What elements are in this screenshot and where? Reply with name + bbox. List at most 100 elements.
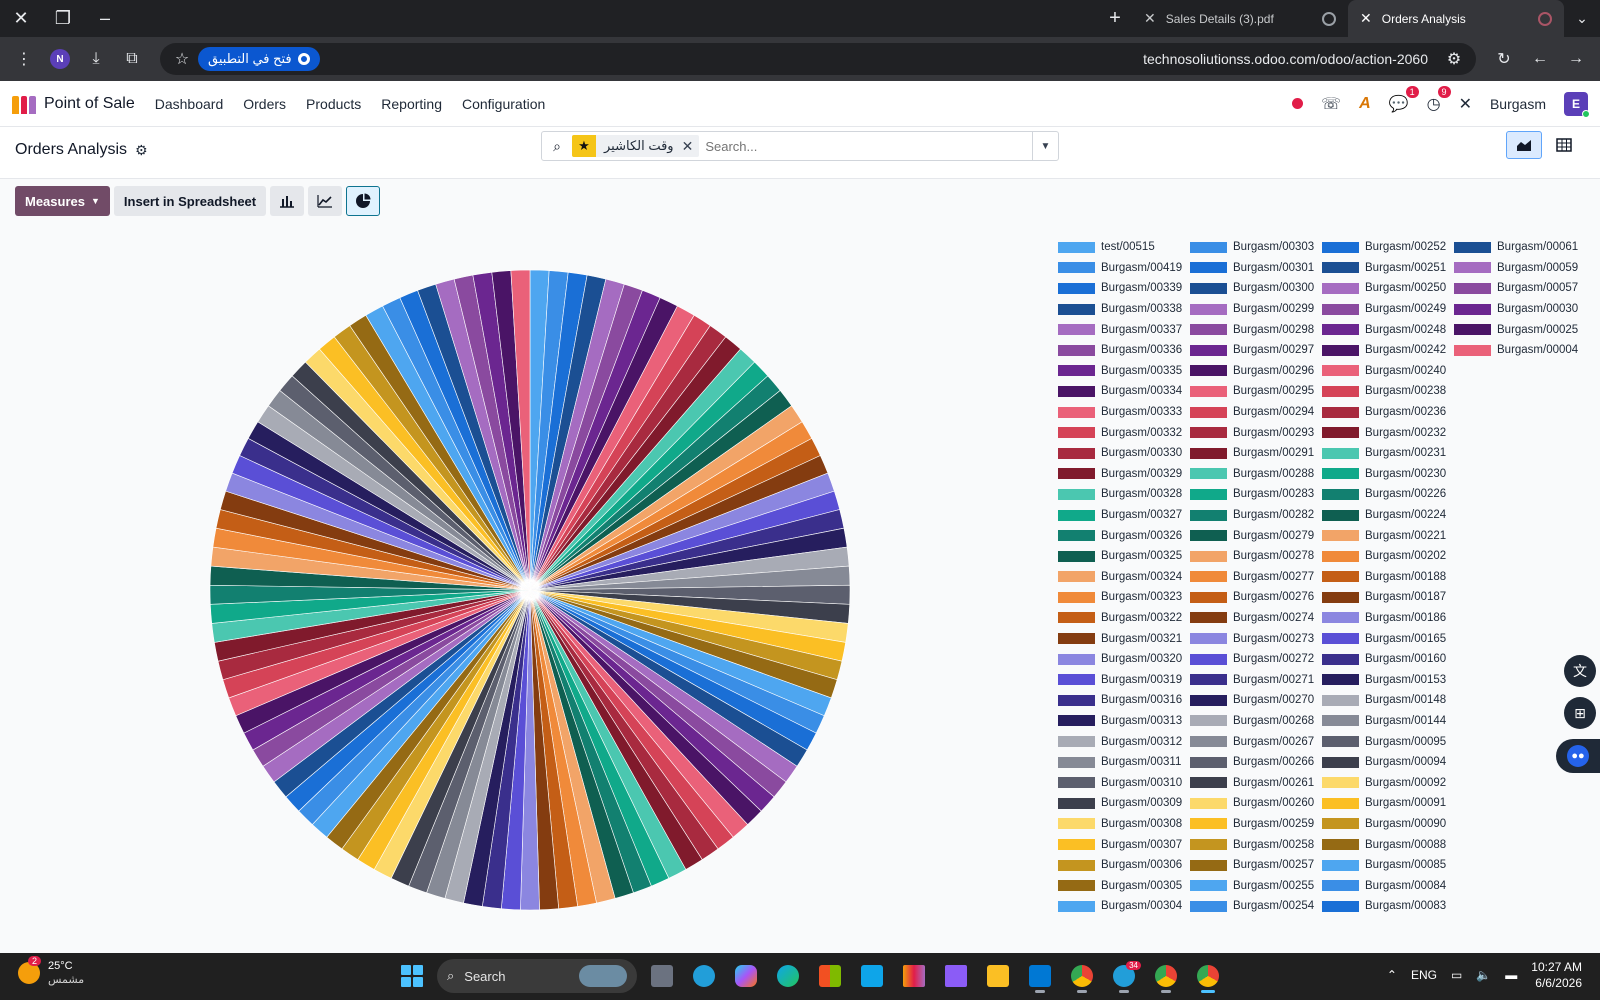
- legend-item[interactable]: Burgasm/00324: [1058, 567, 1190, 588]
- chevron-up-icon[interactable]: ⌃: [1387, 968, 1397, 982]
- legend-item[interactable]: Burgasm/00277: [1190, 567, 1322, 588]
- legend-item[interactable]: Burgasm/00320: [1058, 649, 1190, 670]
- legend-item[interactable]: Burgasm/00091: [1322, 793, 1454, 814]
- search-options-chevron-icon[interactable]: ▼: [1032, 132, 1058, 160]
- microsoft-store-icon[interactable]: [813, 959, 847, 993]
- legend-item[interactable]: Burgasm/00148: [1322, 690, 1454, 711]
- legend-item[interactable]: Burgasm/00160: [1322, 649, 1454, 670]
- legend-item[interactable]: Burgasm/00271: [1190, 669, 1322, 690]
- legend-item[interactable]: Burgasm/00221: [1322, 525, 1454, 546]
- window-minimize-icon[interactable]: –: [84, 0, 126, 37]
- search-facet[interactable]: ★ وقت الكاشير ✕: [572, 135, 700, 157]
- legend-item[interactable]: Burgasm/00304: [1058, 896, 1190, 917]
- legend-item[interactable]: Burgasm/00267: [1190, 731, 1322, 752]
- messages-icon[interactable]: 💬 1: [1389, 85, 1419, 114]
- bar-chart-button[interactable]: [270, 186, 305, 216]
- app-name[interactable]: Point of Sale: [44, 95, 135, 113]
- menu-reporting[interactable]: Reporting: [381, 96, 442, 112]
- activities-clock-icon[interactable]: ◷ 9: [1427, 85, 1451, 114]
- legend-item[interactable]: Burgasm/00291: [1190, 443, 1322, 464]
- legend-item[interactable]: Burgasm/00305: [1058, 875, 1190, 896]
- edge-icon[interactable]: [771, 959, 805, 993]
- legend-item[interactable]: Burgasm/00326: [1058, 525, 1190, 546]
- line-chart-button[interactable]: [308, 186, 343, 216]
- legend-item[interactable]: Burgasm/00328: [1058, 484, 1190, 505]
- legend-item[interactable]: Burgasm/00250: [1322, 278, 1454, 299]
- legend-item[interactable]: Burgasm/00226: [1322, 484, 1454, 505]
- legend-item[interactable]: Burgasm/00261: [1190, 772, 1322, 793]
- translate-icon[interactable]: 文: [1564, 655, 1596, 687]
- tab-search-chevron-icon[interactable]: ⌄: [1564, 10, 1600, 27]
- legend-item[interactable]: Burgasm/00254: [1190, 896, 1322, 917]
- legend-item[interactable]: Burgasm/00279: [1190, 525, 1322, 546]
- back-arrow-icon[interactable]: ←: [1524, 43, 1556, 75]
- legend-item[interactable]: Burgasm/00061: [1454, 237, 1586, 258]
- legend-item[interactable]: Burgasm/00309: [1058, 793, 1190, 814]
- legend-item[interactable]: Burgasm/00297: [1190, 340, 1322, 361]
- legend-item[interactable]: Burgasm/00319: [1058, 669, 1190, 690]
- ai-icon[interactable]: A: [1359, 95, 1371, 113]
- legend-item[interactable]: Burgasm/00306: [1058, 855, 1190, 876]
- legend-item[interactable]: Burgasm/00255: [1190, 875, 1322, 896]
- legend-item[interactable]: Burgasm/00092: [1322, 772, 1454, 793]
- vpn-icon[interactable]: [939, 959, 973, 993]
- recording-dot-icon[interactable]: [1292, 98, 1304, 109]
- windows-start-icon[interactable]: [395, 959, 429, 993]
- legend-item[interactable]: Burgasm/00251: [1322, 258, 1454, 279]
- legend-item[interactable]: Burgasm/00088: [1322, 834, 1454, 855]
- task-view-icon[interactable]: [645, 959, 679, 993]
- legend-item[interactable]: Burgasm/00332: [1058, 422, 1190, 443]
- legend-item[interactable]: Burgasm/00258: [1190, 834, 1322, 855]
- chrome-profile-m-icon[interactable]: [1149, 959, 1183, 993]
- legend-item[interactable]: Burgasm/00249: [1322, 299, 1454, 320]
- clock[interactable]: 10:27 AM 6/6/2026: [1531, 959, 1582, 991]
- legend-item[interactable]: Burgasm/00335: [1058, 361, 1190, 382]
- legend-item[interactable]: Burgasm/00260: [1190, 793, 1322, 814]
- legend-item[interactable]: Burgasm/00085: [1322, 855, 1454, 876]
- search-input[interactable]: [705, 138, 1032, 154]
- legend-item[interactable]: Burgasm/00276: [1190, 587, 1322, 608]
- legend-item[interactable]: Burgasm/00296: [1190, 361, 1322, 382]
- legend-item[interactable]: Burgasm/00004: [1454, 340, 1586, 361]
- legend-item[interactable]: Burgasm/00248: [1322, 319, 1454, 340]
- legend-item[interactable]: Burgasm/00312: [1058, 731, 1190, 752]
- legend-item[interactable]: Burgasm/00294: [1190, 402, 1322, 423]
- legend-item[interactable]: Burgasm/00322: [1058, 608, 1190, 629]
- legend-item[interactable]: Burgasm/00283: [1190, 484, 1322, 505]
- legend-item[interactable]: Burgasm/00303: [1190, 237, 1322, 258]
- extensions-icon[interactable]: ⧉: [116, 43, 148, 75]
- site-settings-icon[interactable]: ⚙: [1438, 43, 1470, 75]
- gear-icon[interactable]: ⚙: [135, 142, 148, 159]
- legend-item[interactable]: Burgasm/00334: [1058, 381, 1190, 402]
- legend-item[interactable]: Burgasm/00144: [1322, 711, 1454, 732]
- legend-item[interactable]: Burgasm/00321: [1058, 628, 1190, 649]
- battery-icon[interactable]: ▬: [1505, 968, 1517, 982]
- telegram-desktop-icon[interactable]: 34: [1107, 959, 1141, 993]
- open-in-app-button[interactable]: فتح في التطبيق: [198, 47, 320, 71]
- legend-item[interactable]: Burgasm/00337: [1058, 319, 1190, 340]
- url-text[interactable]: technosoliutionss.odoo.com/odoo/action-2…: [320, 51, 1438, 67]
- omnibox[interactable]: ☆ فتح في التطبيق technosoliutionss.odoo.…: [160, 43, 1476, 75]
- legend-item[interactable]: Burgasm/00268: [1190, 711, 1322, 732]
- facet-remove-icon[interactable]: ✕: [682, 138, 700, 155]
- new-tab-button[interactable]: +: [1098, 7, 1132, 30]
- legend-item[interactable]: Burgasm/00273: [1190, 628, 1322, 649]
- window-close-icon[interactable]: ✕: [0, 0, 42, 37]
- bookmark-star-icon[interactable]: ☆: [166, 43, 198, 75]
- menu-configuration[interactable]: Configuration: [462, 96, 545, 112]
- chrome-icon[interactable]: [1065, 959, 1099, 993]
- profile-button[interactable]: N: [44, 43, 76, 75]
- legend-item[interactable]: Burgasm/00336: [1058, 340, 1190, 361]
- legend-item[interactable]: Burgasm/00224: [1322, 505, 1454, 526]
- legend-item[interactable]: Burgasm/00084: [1322, 875, 1454, 896]
- vscode-icon[interactable]: [1023, 959, 1057, 993]
- menu-dashboard[interactable]: Dashboard: [155, 96, 224, 112]
- measures-dropdown[interactable]: Measures ▼: [15, 186, 110, 216]
- legend-item[interactable]: Burgasm/00238: [1322, 381, 1454, 402]
- legend-item[interactable]: Burgasm/00090: [1322, 814, 1454, 835]
- legend-item[interactable]: Burgasm/00310: [1058, 772, 1190, 793]
- legend-item[interactable]: Burgasm/00188: [1322, 567, 1454, 588]
- phone-icon[interactable]: ☏: [1321, 94, 1341, 114]
- menu-products[interactable]: Products: [306, 96, 361, 112]
- legend-item[interactable]: Burgasm/00419: [1058, 258, 1190, 279]
